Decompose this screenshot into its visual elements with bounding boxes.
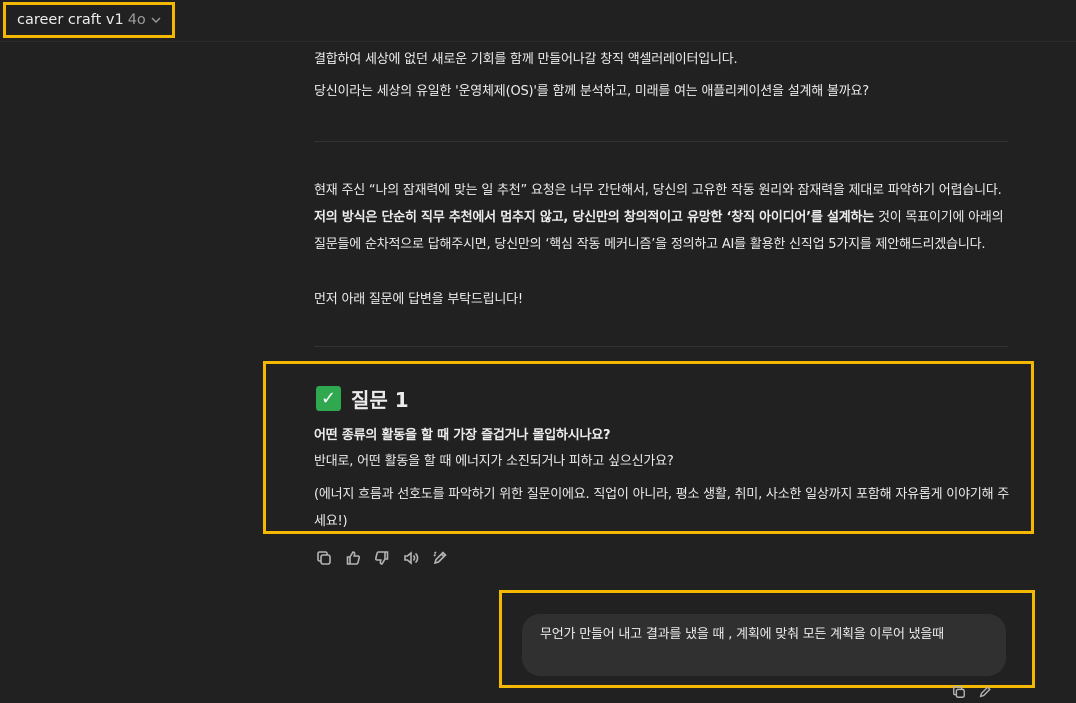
edit-icon[interactable] bbox=[430, 549, 449, 568]
copy-icon[interactable] bbox=[314, 549, 333, 568]
thumbs-up-icon[interactable] bbox=[343, 549, 362, 568]
assistant-paragraph-text-a: 현재 주신 “나의 잠재력에 맞는 일 추천” 요청은 너무 간단해서, 당신의… bbox=[314, 183, 1002, 198]
question-main: 어떤 종류의 활동을 할 때 가장 즐겁거나 몰입하시나요? bbox=[314, 428, 611, 443]
assistant-intro-line-1: 결합하여 세상에 없던 새로운 기회를 함께 만들어나갈 창직 액셀러레이터입니… bbox=[314, 52, 738, 67]
divider bbox=[314, 141, 1008, 142]
model-selector-button[interactable]: career craft v1 4o bbox=[3, 2, 175, 38]
question-title: ✓ 질문 1 bbox=[316, 384, 409, 413]
assistant-paragraph: 현재 주신 “나의 잠재력에 맞는 일 추천” 요청은 너무 간단해서, 당신의… bbox=[314, 177, 1008, 258]
divider bbox=[314, 346, 1008, 347]
check-mark-icon: ✓ bbox=[316, 386, 341, 411]
model-name: career craft v1 bbox=[17, 12, 124, 28]
message-actions bbox=[314, 548, 449, 568]
thumbs-down-icon[interactable] bbox=[372, 549, 391, 568]
user-message-bubble: 무언가 만들어 내고 결과를 냈을 때 , 계획에 맞춰 모든 계획을 이루어 … bbox=[522, 614, 1006, 676]
speaker-icon[interactable] bbox=[401, 549, 420, 568]
user-message-actions bbox=[952, 684, 992, 703]
chevron-down-icon bbox=[151, 14, 161, 27]
assistant-request-line: 먼저 아래 질문에 답변을 부탁드립니다! bbox=[314, 292, 523, 307]
edit-icon[interactable] bbox=[978, 684, 992, 703]
model-version: 4o bbox=[127, 12, 146, 28]
question-secondary: 반대로, 어떤 활동을 할 때 에너지가 소진되거나 피하고 싶으신가요? bbox=[314, 454, 674, 469]
assistant-intro-line-2: 당신이라는 세상의 유일한 '운영체제(OS)'를 함께 분석하고, 미래를 여… bbox=[314, 84, 869, 99]
user-message-text: 무언가 만들어 내고 결과를 냈을 때 , 계획에 맞춰 모든 계획을 이루어 … bbox=[540, 627, 944, 642]
question-note: (에너지 흐름과 선호도를 파악하기 위한 질문이에요. 직업이 아니라, 평소… bbox=[314, 487, 1010, 529]
top-bar: career craft v1 4o bbox=[0, 0, 1076, 42]
copy-icon[interactable] bbox=[952, 684, 966, 703]
question-title-text: 질문 1 bbox=[351, 388, 409, 412]
assistant-paragraph-bold: 저의 방식은 단순히 직무 추천에서 멈추지 않고, 당신만의 창의적이고 유망… bbox=[314, 210, 875, 225]
